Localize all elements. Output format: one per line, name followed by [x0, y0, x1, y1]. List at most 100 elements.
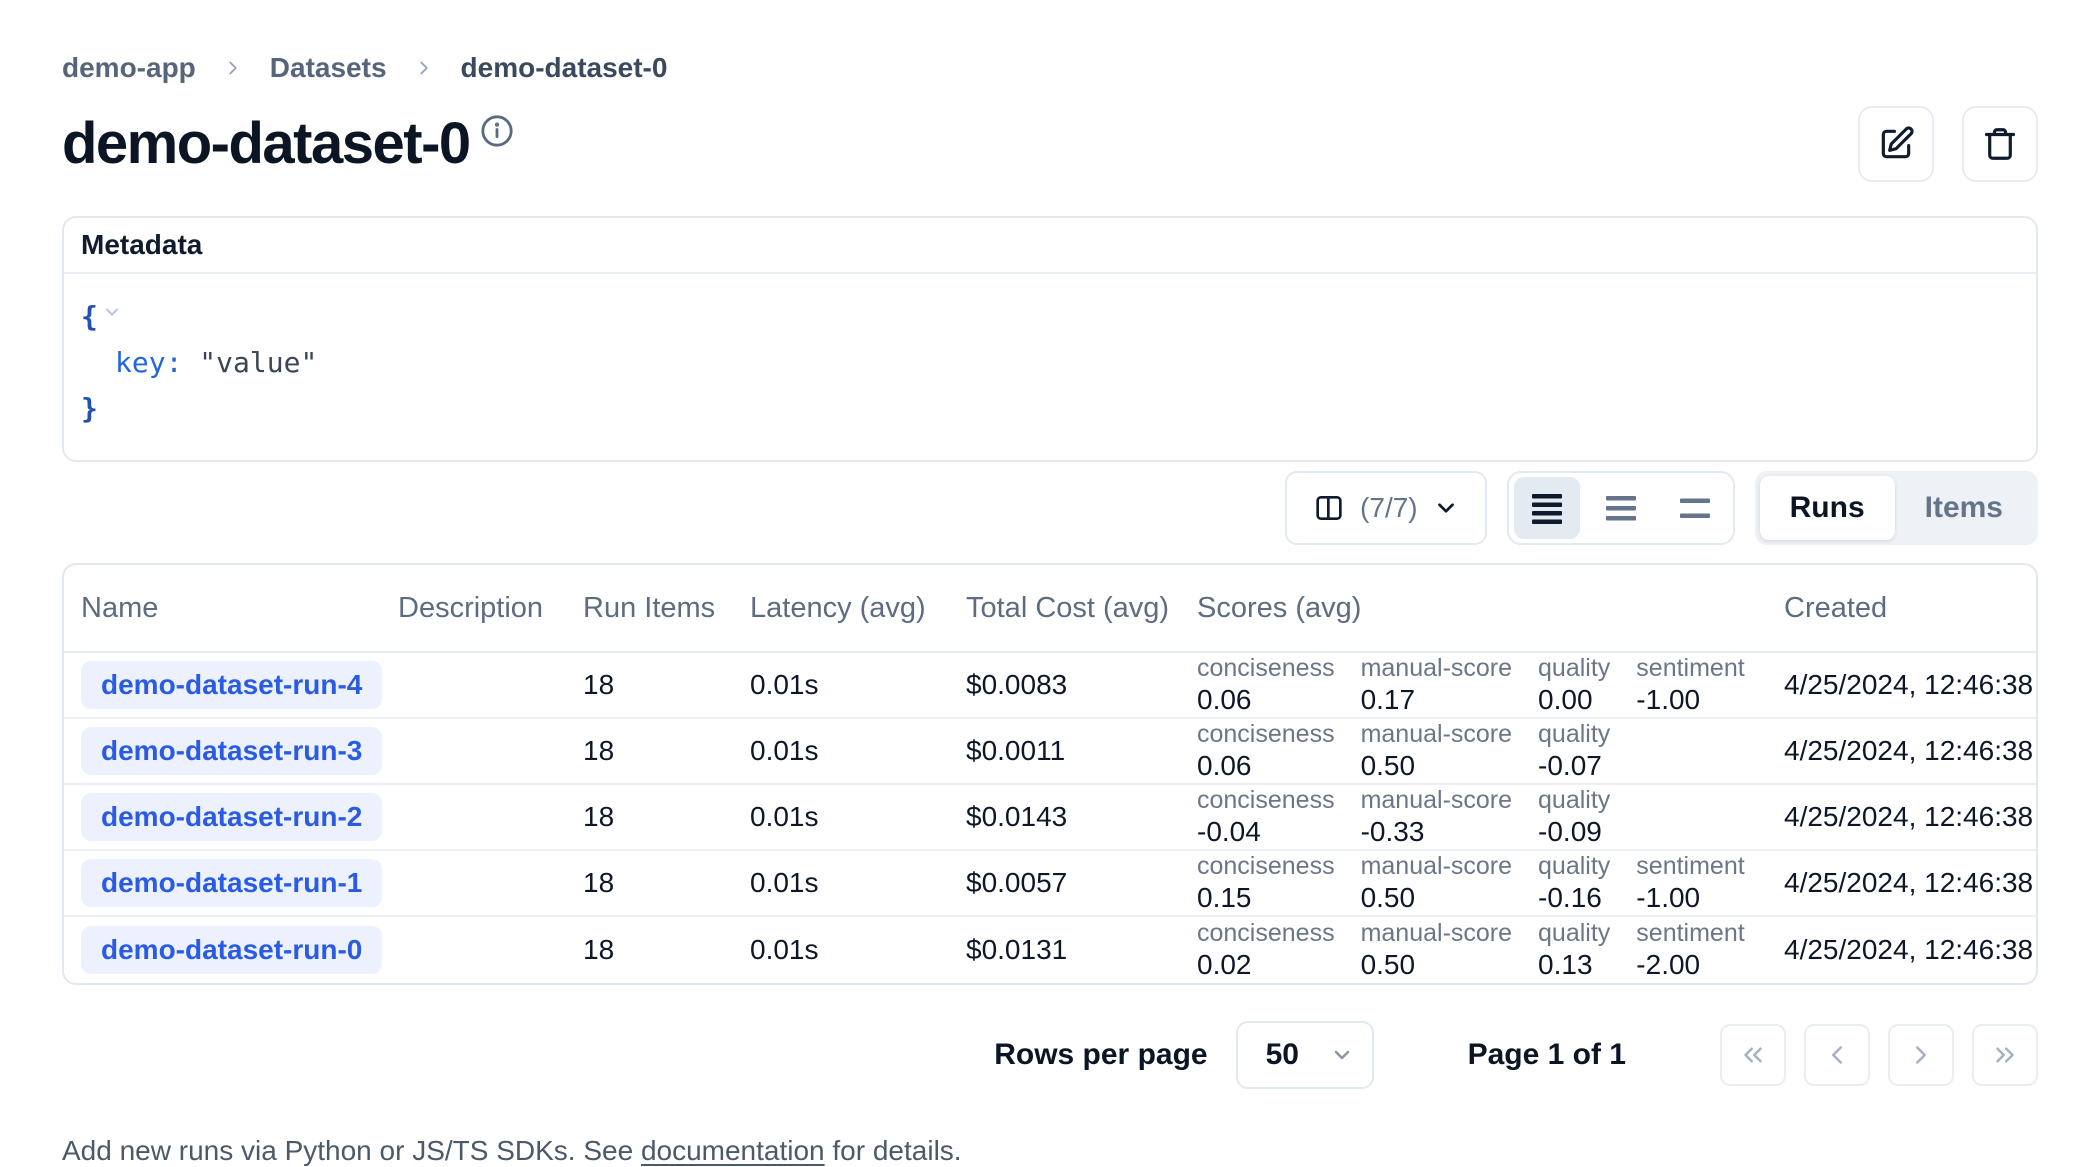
run-link[interactable]: demo-dataset-run-1 [81, 859, 382, 907]
chevron-down-icon [1330, 1043, 1354, 1067]
run-items-cell: 18 [583, 801, 750, 833]
score-item: quality-0.09 [1538, 786, 1610, 848]
rows-dense-icon [1529, 490, 1565, 526]
chevron-right-icon [1906, 1040, 1936, 1070]
collapse-chevron-icon[interactable] [102, 296, 122, 329]
next-page-button[interactable] [1888, 1024, 1954, 1086]
created-cell: 4/25/2024, 12:46:38 PM [1784, 735, 2036, 767]
created-cell: 4/25/2024, 12:46:38 PM [1784, 801, 2036, 833]
score-item: sentiment-1.00 [1636, 852, 1744, 914]
score-item: conciseness-0.04 [1197, 786, 1335, 848]
column-count-label: (7/7) [1360, 492, 1418, 524]
row-height-medium-button[interactable] [1588, 477, 1654, 539]
pagination-bar: Rows per page 50 Page 1 of 1 [62, 1021, 2038, 1089]
info-icon[interactable] [480, 114, 514, 153]
tab-items[interactable]: Items [1895, 476, 2033, 540]
created-cell: 4/25/2024, 12:46:38 PM [1784, 867, 2036, 899]
table-row: demo-dataset-run-4 18 0.01s $0.0083 conc… [64, 653, 2036, 719]
scores-cell: conciseness-0.04 manual-score-0.33 quali… [1197, 786, 1784, 848]
score-item: quality0.00 [1538, 654, 1610, 716]
metadata-panel-title: Metadata [64, 218, 2036, 274]
breadcrumb-item-current-dataset: demo-dataset-0 [461, 52, 668, 84]
column-visibility-button[interactable]: (7/7) [1285, 471, 1487, 545]
columns-split-icon [1313, 492, 1345, 524]
chevron-left-icon [1822, 1040, 1852, 1070]
chevron-right-icon [413, 57, 435, 79]
dataset-detail-page: demo-app Datasets demo-dataset-0 demo-da… [0, 0, 2100, 1167]
view-tabs: Runs Items [1755, 471, 2038, 545]
edit-dataset-button[interactable] [1858, 106, 1934, 182]
json-line-key-value: key: "value" [81, 340, 2019, 386]
score-item: manual-score0.17 [1361, 654, 1512, 716]
run-items-cell: 18 [583, 735, 750, 767]
delete-dataset-button[interactable] [1962, 106, 2038, 182]
score-item: manual-score0.50 [1361, 919, 1512, 981]
rows-sparse-icon [1677, 490, 1713, 526]
first-page-button[interactable] [1720, 1024, 1786, 1086]
json-line-close: } [81, 386, 2019, 432]
run-link[interactable]: demo-dataset-run-3 [81, 727, 382, 775]
score-item: conciseness0.06 [1197, 720, 1335, 782]
row-height-toggle-group [1507, 471, 1735, 545]
score-item: manual-score-0.33 [1361, 786, 1512, 848]
sdk-hint-text-after: for details. [825, 1135, 962, 1166]
chevron-right-icon [222, 57, 244, 79]
score-item: manual-score0.50 [1361, 720, 1512, 782]
latency-cell: 0.01s [750, 669, 966, 701]
runs-table: Name Description Run Items Latency (avg)… [62, 563, 2038, 985]
rows-per-page-label: Rows per page [994, 1038, 1207, 1072]
documentation-link[interactable]: documentation [641, 1135, 825, 1166]
score-item: quality-0.07 [1538, 720, 1610, 782]
run-link[interactable]: demo-dataset-run-0 [81, 926, 382, 974]
column-header-created: Created [1784, 592, 2036, 625]
run-items-cell: 18 [583, 934, 750, 966]
last-page-button[interactable] [1972, 1024, 2038, 1086]
breadcrumb: demo-app Datasets demo-dataset-0 [62, 52, 2038, 84]
created-cell: 4/25/2024, 12:46:38 PM [1784, 934, 2036, 966]
latency-cell: 0.01s [750, 801, 966, 833]
latency-cell: 0.01s [750, 867, 966, 899]
previous-page-button[interactable] [1804, 1024, 1870, 1086]
scores-cell: conciseness0.15 manual-score0.50 quality… [1197, 852, 1784, 914]
rows-per-page-value: 50 [1266, 1038, 1299, 1072]
column-header-description: Description [398, 592, 583, 625]
rows-per-page-select[interactable]: 50 [1236, 1021, 1374, 1089]
total-cost-cell: $0.0143 [966, 801, 1197, 833]
score-item: conciseness0.02 [1197, 919, 1335, 981]
json-open-brace: { [81, 300, 98, 333]
total-cost-cell: $0.0057 [966, 867, 1197, 899]
score-item: conciseness0.15 [1197, 852, 1335, 914]
score-item: sentiment-1.00 [1636, 654, 1744, 716]
scores-cell: conciseness0.06 manual-score0.50 quality… [1197, 720, 1784, 782]
run-items-cell: 18 [583, 867, 750, 899]
score-item: sentiment-2.00 [1636, 919, 1744, 981]
score-item: quality-0.16 [1538, 852, 1610, 914]
total-cost-cell: $0.0011 [966, 735, 1197, 767]
table-toolbar: (7/7) Runs Ite [62, 471, 2038, 545]
json-close-brace: } [81, 392, 98, 425]
tab-runs[interactable]: Runs [1760, 476, 1895, 540]
json-line-open: { [81, 290, 2019, 340]
scores-cell: conciseness0.06 manual-score0.17 quality… [1197, 654, 1784, 716]
json-key: key: [115, 346, 182, 379]
score-item: manual-score0.50 [1361, 852, 1512, 914]
table-row: demo-dataset-run-0 18 0.01s $0.0131 conc… [64, 917, 2036, 983]
chevrons-left-icon [1738, 1040, 1768, 1070]
run-link[interactable]: demo-dataset-run-4 [81, 661, 382, 709]
breadcrumb-item-project[interactable]: demo-app [62, 52, 196, 84]
created-cell: 4/25/2024, 12:46:38 PM [1784, 669, 2036, 701]
title-wrap: demo-dataset-0 [62, 112, 514, 176]
row-height-small-button[interactable] [1514, 477, 1580, 539]
rows-medium-icon [1603, 490, 1639, 526]
score-item: conciseness0.06 [1197, 654, 1335, 716]
run-link[interactable]: demo-dataset-run-2 [81, 793, 382, 841]
metadata-json-viewer: { key: "value" } [64, 274, 2036, 460]
run-items-cell: 18 [583, 669, 750, 701]
trash-icon [1981, 125, 2019, 163]
latency-cell: 0.01s [750, 735, 966, 767]
column-header-scores: Scores (avg) [1197, 592, 1784, 625]
sdk-hint: Add new runs via Python or JS/TS SDKs. S… [62, 1135, 2038, 1167]
breadcrumb-item-datasets[interactable]: Datasets [270, 52, 387, 84]
metadata-panel: Metadata { key: "value" } [62, 216, 2038, 462]
row-height-large-button[interactable] [1662, 477, 1728, 539]
